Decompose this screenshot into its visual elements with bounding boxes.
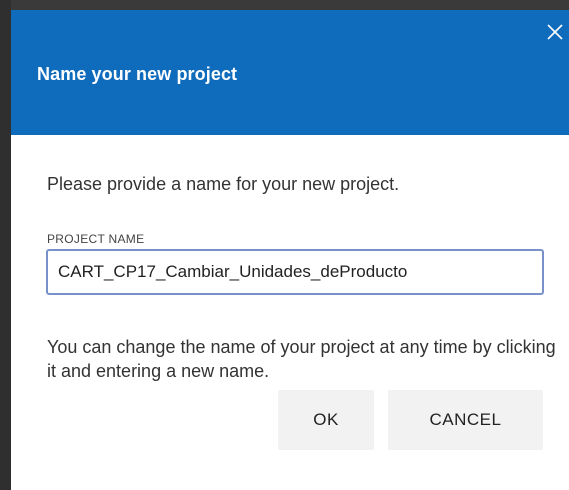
project-name-input[interactable] xyxy=(46,249,544,295)
dialog-header: Name your new project xyxy=(11,10,569,135)
project-name-label: PROJECT NAME xyxy=(47,232,145,246)
ok-button[interactable]: OK xyxy=(278,390,374,450)
background-window-edge-left xyxy=(0,0,11,490)
intro-text: Please provide a name for your new proje… xyxy=(47,174,400,194)
new-project-dialog: Name your new project Please provide a n… xyxy=(11,10,569,480)
background-window-edge-top xyxy=(0,0,569,10)
close-icon xyxy=(547,24,563,40)
help-text: You can change the name of your project … xyxy=(47,337,556,381)
cancel-button[interactable]: CANCEL xyxy=(388,390,543,450)
dialog-title: Name your new project xyxy=(37,64,238,84)
close-button[interactable] xyxy=(541,18,569,46)
